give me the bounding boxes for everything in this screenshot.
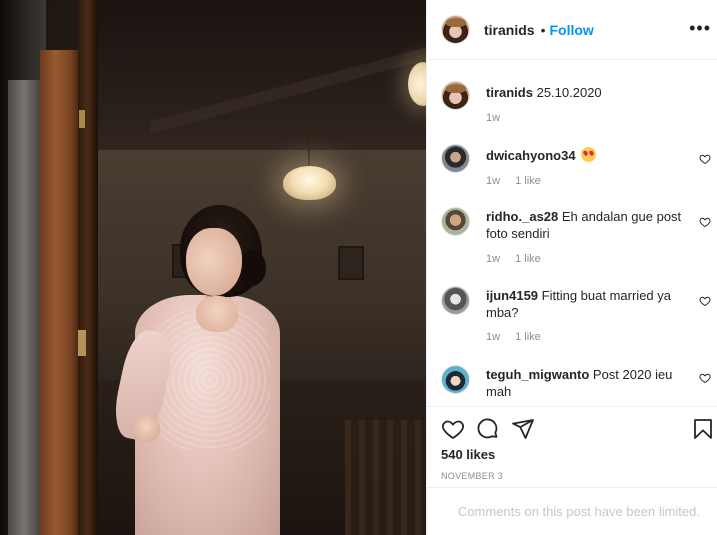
photo-woman-hand xyxy=(196,296,238,332)
avatar[interactable] xyxy=(441,81,470,110)
heart-icon[interactable] xyxy=(699,295,711,307)
heart-icon[interactable] xyxy=(699,153,711,165)
follow-button[interactable]: Follow xyxy=(549,22,593,38)
comment-body: ijun4159 Fitting buat married ya mba? xyxy=(486,287,691,321)
comment-username[interactable]: ridho._as28 xyxy=(486,209,558,224)
header-separator: • xyxy=(540,21,546,38)
comments-list[interactable]: tiranids 25.10.2020 1w dwicahyono34 1w 1… xyxy=(427,61,717,406)
heart-eyes-emoji-icon xyxy=(581,147,597,162)
heart-icon[interactable] xyxy=(441,417,465,441)
photo-ceiling-lamp xyxy=(283,166,336,200)
photo-woman-face xyxy=(186,228,242,296)
comment-likes[interactable]: 1 like xyxy=(515,253,541,265)
caption-meta: 1w xyxy=(486,112,500,124)
comment-username[interactable]: dwicahyono34 xyxy=(486,148,576,163)
comment-meta: 1w 1 like xyxy=(486,253,541,265)
post-header: tiranids • Follow ••• xyxy=(427,0,717,60)
comment-time[interactable]: 1w xyxy=(486,175,500,187)
comment-username[interactable]: teguh_migwanto xyxy=(486,367,589,382)
comments-limited-notice: Comments on this post have been limited. xyxy=(427,487,717,535)
comment-meta: 1w 1 like xyxy=(486,331,541,343)
post-photo[interactable] xyxy=(0,0,426,535)
comment-username[interactable]: ijun4159 xyxy=(486,288,538,303)
comment-likes[interactable]: 1 like xyxy=(515,175,541,187)
photo-lamp-cord xyxy=(308,120,310,170)
avatar[interactable] xyxy=(441,365,470,394)
bookmark-icon[interactable] xyxy=(691,417,715,441)
comment-body: teguh_migwanto Post 2020 ieu mah xyxy=(486,366,691,400)
avatar[interactable] xyxy=(441,207,470,236)
send-icon[interactable] xyxy=(511,417,535,441)
caption-username[interactable]: tiranids xyxy=(486,85,533,100)
caption-body: tiranids 25.10.2020 xyxy=(486,84,691,101)
post-date[interactable]: NOVEMBER 3 xyxy=(441,471,503,481)
photo-wall-frame xyxy=(338,246,364,280)
post-actions: 540 likes NOVEMBER 3 xyxy=(427,406,717,486)
comment-body: dwicahyono34 xyxy=(486,147,691,164)
comment-icon[interactable] xyxy=(476,417,500,441)
caption-text: 25.10.2020 xyxy=(536,85,602,100)
photo-door-hinge xyxy=(78,330,86,356)
header-username[interactable]: tiranids xyxy=(484,22,535,38)
comment-meta: 1w 1 like xyxy=(486,175,541,187)
photo-woman-hair-bun xyxy=(238,250,266,286)
likes-count[interactable]: 540 likes xyxy=(441,447,495,462)
avatar[interactable] xyxy=(441,144,470,173)
photo-chair xyxy=(345,420,425,535)
comment-time[interactable]: 1w xyxy=(486,253,500,265)
caption-time[interactable]: 1w xyxy=(486,112,500,124)
photo-door-hinge xyxy=(79,110,85,128)
heart-icon[interactable] xyxy=(699,372,711,384)
post-side-panel: tiranids • Follow ••• tiranids 25.10.202… xyxy=(426,0,717,535)
heart-icon[interactable] xyxy=(699,216,711,228)
photo-door-jamb xyxy=(78,0,98,535)
avatar[interactable] xyxy=(441,15,470,44)
ellipsis-icon[interactable]: ••• xyxy=(689,18,711,38)
photo-woman-hand xyxy=(132,416,160,442)
comment-body: ridho._as28 Eh andalan gue post foto sen… xyxy=(486,208,691,242)
photo-wooden-door xyxy=(40,50,78,535)
comment-likes[interactable]: 1 like xyxy=(515,331,541,343)
instagram-post: tiranids • Follow ••• tiranids 25.10.202… xyxy=(0,0,717,535)
avatar[interactable] xyxy=(441,286,470,315)
photo-window-pane xyxy=(8,80,40,535)
comment-time[interactable]: 1w xyxy=(486,331,500,343)
